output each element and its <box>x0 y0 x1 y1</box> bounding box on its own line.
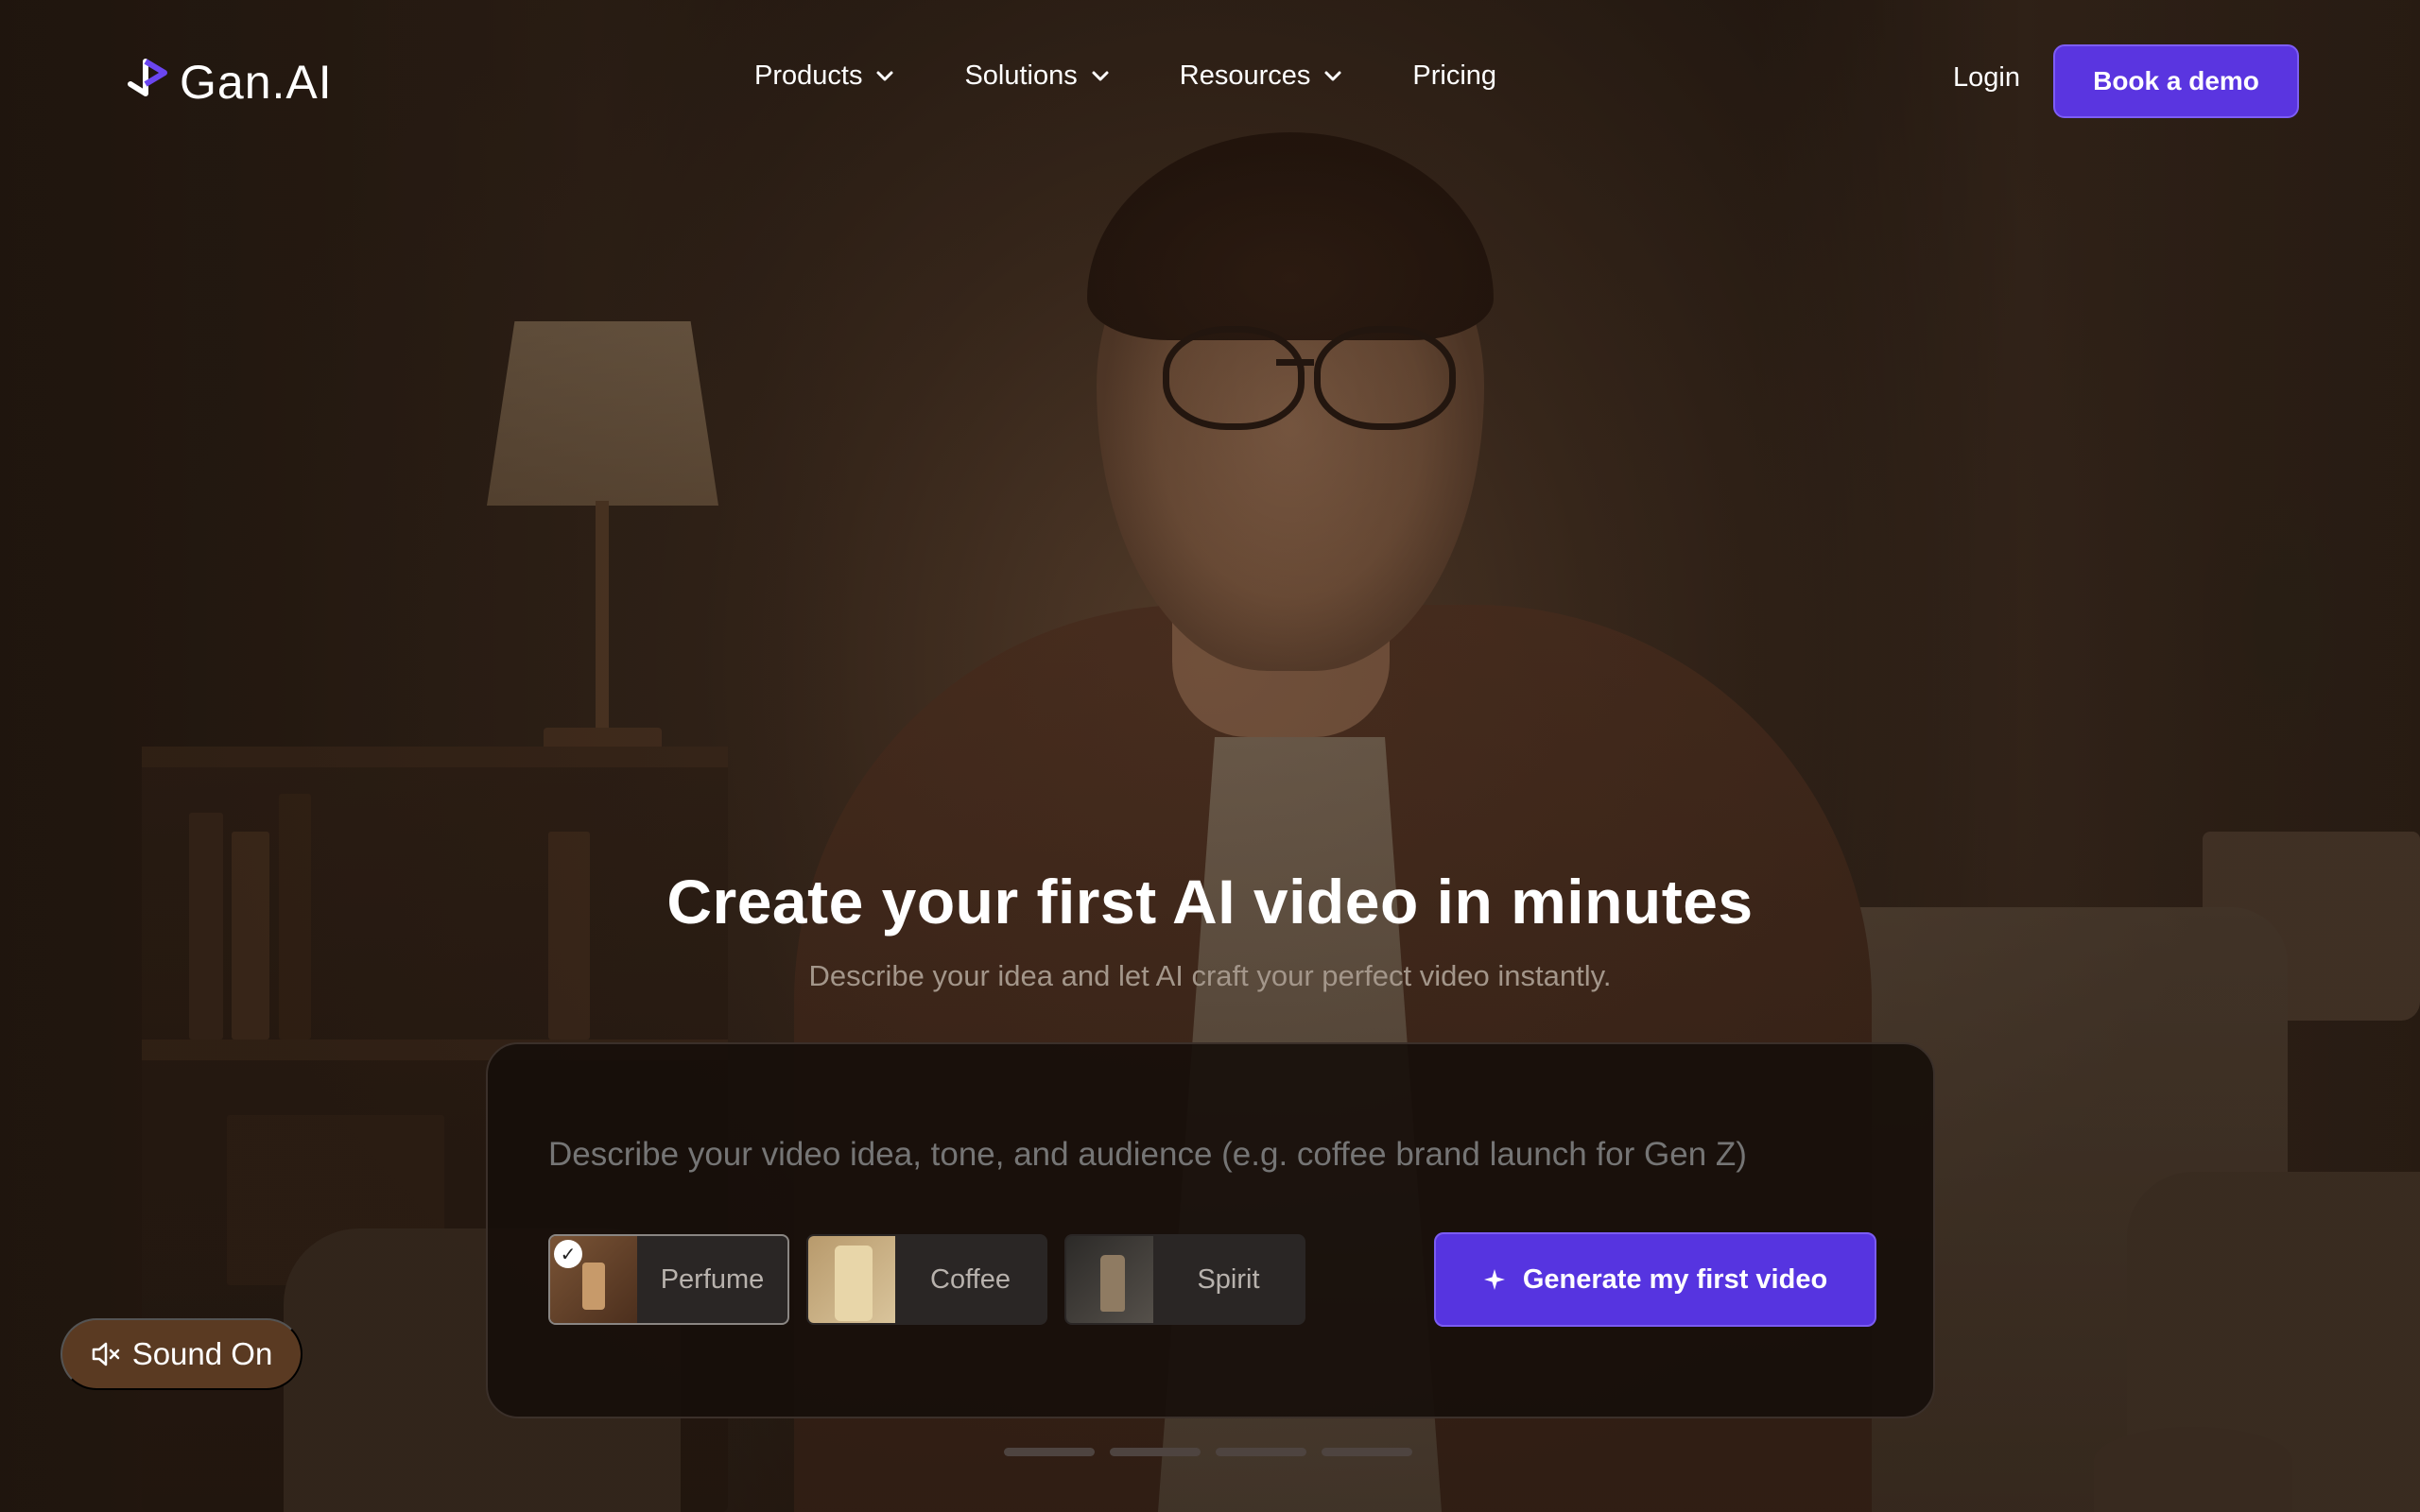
nav-label: Resources <box>1179 60 1311 91</box>
carousel-dot[interactable] <box>1004 1448 1095 1456</box>
sound-label: Sound On <box>131 1336 273 1371</box>
book-demo-button[interactable]: Book a demo <box>2053 44 2299 118</box>
preset-chips: ✓ Perfume Coffee Spirit <box>548 1234 1305 1325</box>
generate-video-button[interactable]: Generate my first video <box>1434 1232 1876 1327</box>
top-nav: Gan.AI Products Solutions Resources Pric… <box>0 0 2420 161</box>
carousel-indicators <box>1004 1448 1412 1456</box>
brand-name: Gan.AI <box>180 56 333 109</box>
generate-label: Generate my first video <box>1522 1263 1828 1295</box>
hero-subtitle: Describe your idea and let AI craft your… <box>808 959 1612 992</box>
preset-label: Coffee <box>930 1263 1011 1295</box>
check-icon: ✓ <box>554 1240 582 1268</box>
nav-label: Solutions <box>964 60 1078 91</box>
sparkle-icon <box>1483 1269 1505 1290</box>
carousel-dot[interactable] <box>1110 1448 1201 1456</box>
preset-label: Spirit <box>1197 1263 1260 1295</box>
perfume-bottle <box>582 1263 605 1310</box>
logo-icon <box>128 59 167 96</box>
coffee-can <box>835 1246 873 1321</box>
nav-label: Products <box>754 60 863 91</box>
preset-chip-spirit[interactable]: Spirit <box>1064 1234 1305 1325</box>
nav-solutions[interactable]: Solutions <box>964 60 1109 92</box>
prompt-card: ✓ Perfume Coffee Spirit Generate my firs… <box>486 1042 1935 1418</box>
speaker-muted-icon <box>92 1342 119 1366</box>
chevron-down-icon <box>1324 71 1341 80</box>
spirit-bottle <box>1100 1255 1125 1312</box>
video-idea-input[interactable] <box>548 1136 1891 1174</box>
spirit-thumbnail <box>1066 1236 1153 1323</box>
sound-toggle-button[interactable]: Sound On <box>60 1318 302 1390</box>
nav-products[interactable]: Products <box>754 60 894 92</box>
preset-chip-perfume[interactable]: ✓ Perfume <box>548 1234 789 1325</box>
brand-logo[interactable]: Gan.AI <box>123 55 333 110</box>
main-menu: Products Solutions Resources Pricing <box>754 60 1496 92</box>
chevron-down-icon <box>1092 71 1109 80</box>
nav-resources[interactable]: Resources <box>1180 60 1343 92</box>
nav-pricing[interactable]: Pricing <box>1412 60 1496 92</box>
login-link[interactable]: Login <box>1953 62 2020 94</box>
hero-title: Create your first AI video in minutes <box>666 867 1754 936</box>
coffee-thumbnail <box>808 1236 895 1323</box>
carousel-dot[interactable] <box>1216 1448 1306 1456</box>
perfume-thumbnail: ✓ <box>550 1236 637 1323</box>
preset-chip-coffee[interactable]: Coffee <box>806 1234 1047 1325</box>
carousel-dot[interactable] <box>1322 1448 1412 1456</box>
nav-label: Pricing <box>1412 60 1497 91</box>
chevron-down-icon <box>876 71 893 80</box>
preset-label: Perfume <box>660 1263 765 1295</box>
